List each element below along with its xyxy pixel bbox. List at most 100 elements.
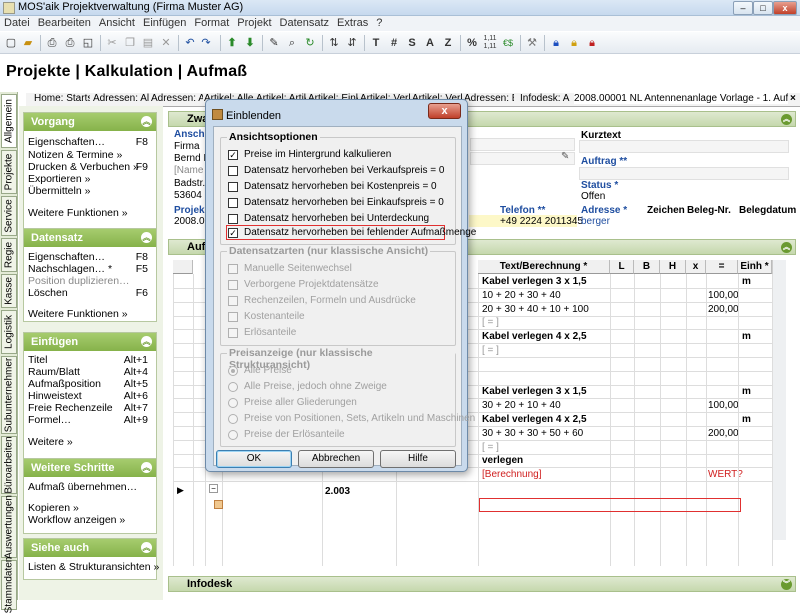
sidebar-item-weitere-funktionen[interactable]: Weitere Funktionen » bbox=[28, 207, 150, 219]
vtab-stammdaten[interactable]: Stammdaten bbox=[1, 557, 17, 613]
sidebar-item-nachschlagen[interactable]: Nachschlagen… * F5 bbox=[28, 263, 150, 275]
insert-set-icon[interactable]: S bbox=[404, 35, 420, 51]
percent-icon[interactable]: % bbox=[464, 35, 480, 51]
collapse-icon[interactable]: ︽ bbox=[141, 542, 152, 553]
ok-button[interactable]: OK bbox=[216, 450, 292, 468]
vtab-service[interactable]: Service bbox=[1, 196, 17, 236]
vtab-bueroarbeiten[interactable]: Büroarbeiten bbox=[1, 436, 17, 494]
section-siehe-auch-header[interactable]: Siehe auch ︽ bbox=[24, 539, 156, 557]
sidebar-item-formel[interactable]: Formel… Alt+9 bbox=[28, 414, 150, 426]
print-icon[interactable]: ⎙ bbox=[44, 35, 60, 51]
grid-header-einh[interactable]: Einh * bbox=[738, 260, 772, 274]
insert-number-icon[interactable]: # bbox=[386, 35, 402, 51]
collapse-icon[interactable]: ︽ bbox=[141, 116, 152, 127]
sidebar-item-aufmassposition[interactable]: Aufmaßposition Alt+5 bbox=[28, 378, 150, 390]
section-datensatz-header[interactable]: Datensatz ︽ bbox=[24, 229, 156, 247]
sidebar-item-uebermitteln[interactable]: Übermitteln » bbox=[28, 185, 150, 197]
print-preview-icon[interactable]: ⎙ bbox=[62, 35, 78, 51]
section-weitere-schritte-header[interactable]: Weitere Schritte ︽ bbox=[24, 459, 156, 477]
sidebar-item-ds-weitere[interactable]: Weitere Funktionen » bbox=[28, 308, 150, 320]
dialog-close-button[interactable]: x bbox=[428, 103, 461, 119]
checkbox-kostenpreis[interactable]: Datensatz hervorheben bei Kostenpreis = … bbox=[228, 181, 456, 193]
sidebar-item-hinweistext[interactable]: Hinweistext Alt+6 bbox=[28, 390, 150, 402]
menu-einfuegen[interactable]: Einfügen bbox=[139, 16, 190, 29]
menu-datensatz[interactable]: Datensatz bbox=[276, 16, 334, 29]
preview-icon[interactable]: ◱ bbox=[80, 35, 96, 51]
sidebar-item-loeschen[interactable]: Löschen F6 bbox=[28, 287, 150, 299]
currency-icon[interactable]: €$ bbox=[500, 35, 516, 51]
insert-article-icon[interactable]: A bbox=[422, 35, 438, 51]
grid-header-h[interactable]: H bbox=[660, 260, 686, 274]
tab-adressen-2[interactable]: Adressen: Alle bbox=[151, 93, 203, 104]
grid-row-text[interactable]: Kabel verlegen 4 x 2,5 bbox=[482, 414, 587, 425]
grid-row-text[interactable]: 20 + 30 + 40 + 10 + 100 bbox=[482, 304, 589, 315]
panel-infodesk-header[interactable]: Infodesk ︾ bbox=[168, 576, 796, 592]
menu-help[interactable]: ? bbox=[372, 16, 386, 29]
collapse-icon[interactable]: ︽ bbox=[141, 336, 152, 347]
vtab-auswertungen[interactable]: Auswertungen bbox=[1, 495, 17, 559]
grid-row-unit[interactable]: m bbox=[742, 414, 751, 425]
insert-subtotal-icon[interactable]: Z bbox=[440, 35, 456, 51]
grid-row-text[interactable]: 30 + 20 + 10 + 40 bbox=[482, 400, 561, 411]
sidebar-item-eigenschaften[interactable]: Eigenschaften… F8 bbox=[28, 136, 150, 148]
sidebar-item-drucken[interactable]: Drucken & Verbuchen » F9 bbox=[28, 161, 150, 173]
tools-icon[interactable]: ⚒ bbox=[524, 35, 540, 51]
grid-row-text[interactable]: [Berechnung] bbox=[482, 469, 542, 480]
status-value[interactable]: Offen bbox=[581, 191, 605, 202]
close-tab-icon[interactable]: × bbox=[790, 93, 800, 104]
redo-icon[interactable]: ↷ bbox=[198, 35, 214, 51]
menu-bearbeiten[interactable]: Bearbeiten bbox=[34, 16, 95, 29]
tab-adressen-1[interactable]: Adressen: Alle bbox=[93, 93, 149, 104]
delete-icon[interactable]: ✕ bbox=[158, 35, 174, 51]
grid-header-x[interactable]: x bbox=[686, 260, 706, 274]
grid-scrollbar[interactable] bbox=[772, 260, 786, 540]
close-button[interactable]: x bbox=[773, 1, 797, 15]
paste-icon[interactable]: ▤ bbox=[140, 35, 156, 51]
sidebar-item-notizen[interactable]: Notizen & Termine » bbox=[28, 149, 150, 161]
sidebar-item-aufmass-uebernehmen[interactable]: Aufmaß übernehmen… bbox=[28, 481, 150, 493]
move-up-icon[interactable]: ⬆ bbox=[224, 35, 240, 51]
grid-row-text[interactable]: [ = ] bbox=[482, 345, 499, 356]
sidebar-item-einf-weitere[interactable]: Weitere » bbox=[28, 436, 150, 448]
insert-title-icon[interactable]: T bbox=[368, 35, 384, 51]
sidebar-item-exportieren[interactable]: Exportieren » bbox=[28, 173, 150, 185]
grid-row-text[interactable]: [ = ] bbox=[482, 317, 499, 328]
auftrag-field[interactable] bbox=[579, 167, 789, 180]
sidebar-item-freie-rechenzeile[interactable]: Freie Rechenzeile Alt+7 bbox=[28, 402, 150, 414]
maximize-button[interactable]: □ bbox=[753, 1, 773, 15]
address-field[interactable] bbox=[470, 138, 575, 151]
vtab-projekte[interactable]: Projekte bbox=[1, 150, 17, 194]
sidebar-item-titel[interactable]: Titel Alt+1 bbox=[28, 354, 150, 366]
tab-home[interactable]: Home: Startseite bbox=[34, 93, 90, 104]
grid-row-unit[interactable]: m bbox=[742, 276, 751, 287]
checkbox-fehlende-aufmassmenge[interactable]: ✓ Datensatz hervorheben bei fehlender Auf… bbox=[228, 227, 476, 239]
grid-row-text[interactable]: Kabel verlegen 3 x 1,5 bbox=[482, 276, 587, 287]
adresse-value[interactable]: berger bbox=[581, 216, 610, 227]
expand-icon[interactable]: − bbox=[209, 484, 218, 493]
grid-row-text[interactable]: 30 + 30 + 30 + 50 + 60 bbox=[482, 428, 583, 439]
sort-descending-icon[interactable]: ⇵ bbox=[344, 35, 360, 51]
open-folder-icon[interactable]: ▰ bbox=[20, 35, 36, 51]
tab-active-document[interactable]: 2008.00001 NL Antennenanlage Vorlage - 1… bbox=[574, 93, 788, 104]
edit-icon[interactable]: ✎ bbox=[266, 35, 282, 51]
section-vorgang-header[interactable]: Vorgang ︽ bbox=[24, 113, 156, 131]
grid-row-text[interactable]: Kabel verlegen 4 x 2,5 bbox=[482, 331, 587, 342]
grid-header-l[interactable]: L bbox=[610, 260, 634, 274]
collapse-icon[interactable]: ︽ bbox=[141, 232, 152, 243]
cancel-button[interactable]: Abbrechen bbox=[298, 450, 374, 468]
lock-yellow-icon[interactable]: 🔒︎ bbox=[566, 35, 582, 51]
menu-format[interactable]: Format bbox=[190, 16, 233, 29]
grid-row-text[interactable]: Kabel verlegen 3 x 1,5 bbox=[482, 386, 587, 397]
collapse-icon[interactable]: ︽ bbox=[781, 114, 792, 125]
new-document-icon[interactable]: ▢ bbox=[3, 35, 19, 51]
vtab-allgemein[interactable]: Allgemein bbox=[1, 94, 17, 148]
vtab-kasse[interactable]: Kasse bbox=[1, 274, 17, 308]
move-down-icon[interactable]: ⬇ bbox=[242, 35, 258, 51]
grid-row-text[interactable]: 10 + 20 + 30 + 40 bbox=[482, 290, 561, 301]
grid-header-text[interactable]: Text/Berechnung * bbox=[478, 260, 610, 274]
address-field-2[interactable] bbox=[470, 152, 575, 165]
checkbox-preise-hintergrund[interactable]: ✓ Preise im Hintergrund kalkulieren bbox=[228, 149, 456, 161]
vtab-regie[interactable]: Regie bbox=[1, 238, 17, 272]
help-button[interactable]: Hilfe bbox=[380, 450, 456, 468]
decimal-icon[interactable]: 1,11 1,11 bbox=[482, 35, 498, 51]
